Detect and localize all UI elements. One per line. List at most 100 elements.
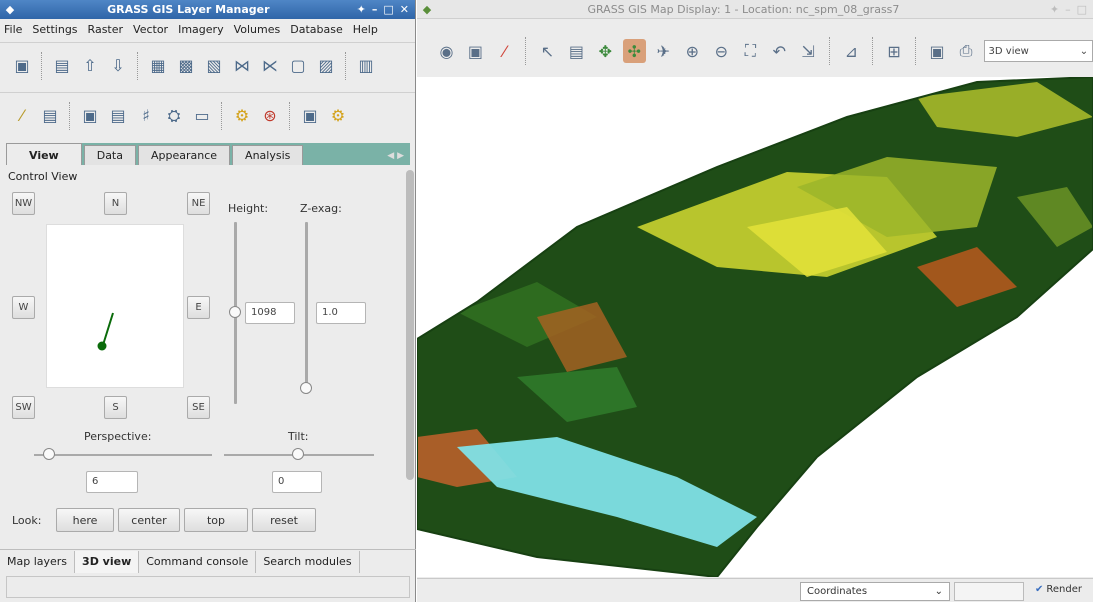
look-here-button[interactable]: here xyxy=(56,508,114,532)
new-display-icon[interactable]: ▣ xyxy=(10,54,34,78)
map-display-titlebar[interactable]: ◆ GRASS GIS Map Display: 1 - Location: n… xyxy=(417,0,1093,19)
add-group-icon[interactable]: ▨ xyxy=(314,54,338,78)
menu-help[interactable]: Help xyxy=(353,23,378,36)
pointer-icon[interactable]: ↖ xyxy=(536,39,559,63)
cartographic-composer-icon[interactable]: ▭ xyxy=(190,104,214,128)
close-icon[interactable]: ✕ xyxy=(400,3,409,16)
zoom-back-icon[interactable]: ↶ xyxy=(768,39,791,63)
tab-search-modules[interactable]: Search modules xyxy=(256,550,360,573)
add-raster-misc-icon[interactable]: ▧ xyxy=(202,54,226,78)
height-field[interactable]: 1098 xyxy=(245,302,295,324)
nviz-tab-strip: View Data Appearance Analysis ◀ ▶ xyxy=(6,143,410,165)
zoom-out-icon[interactable]: ⊖ xyxy=(710,39,733,63)
settings-icon[interactable]: ⚙ xyxy=(230,104,254,128)
display-map-icon[interactable]: ◉ xyxy=(435,39,458,63)
view-n-button[interactable]: N xyxy=(104,192,127,215)
tilt-field[interactable]: 0 xyxy=(272,471,322,493)
pan-icon[interactable]: ✥ xyxy=(594,39,617,63)
status-mode-select[interactable]: Coordinates ⌄ xyxy=(800,582,950,601)
zoom-options-icon[interactable]: ⇲ xyxy=(797,39,820,63)
save-display-icon[interactable]: ▣ xyxy=(926,39,949,63)
analyze-icon[interactable]: ⊿ xyxy=(840,39,863,63)
view-mode-select[interactable]: 3D view ⌄ xyxy=(983,40,1093,62)
grid-icon[interactable]: ♯ xyxy=(134,104,158,128)
display-manager-icon[interactable]: ▣ xyxy=(298,104,322,128)
maximize-icon[interactable]: □ xyxy=(383,3,393,16)
zoom-extent-icon[interactable]: ⛶ xyxy=(739,39,762,63)
zoom-in-icon[interactable]: ⊕ xyxy=(681,39,704,63)
zexag-slider-handle[interactable] xyxy=(300,382,312,394)
menu-volumes[interactable]: Volumes xyxy=(234,23,281,36)
view-nw-button[interactable]: NW xyxy=(12,192,35,215)
pin-icon[interactable]: ✦ xyxy=(357,3,366,16)
extension-icon[interactable]: ⚙ xyxy=(326,104,350,128)
add-raster-icon[interactable]: ▦ xyxy=(146,54,170,78)
view-s-button[interactable]: S xyxy=(104,396,127,419)
add-vector-misc-icon[interactable]: ▢ xyxy=(286,54,310,78)
print-icon[interactable]: ⎙ xyxy=(955,39,978,63)
tab-appearance[interactable]: Appearance xyxy=(137,145,231,165)
open-workspace-icon[interactable]: ⇧ xyxy=(78,54,102,78)
render-map-icon[interactable]: ▣ xyxy=(464,39,487,63)
map-display-title: GRASS GIS Map Display: 1 - Location: nc_… xyxy=(587,2,900,16)
tab-analysis[interactable]: Analysis xyxy=(232,145,304,165)
new-workspace-icon[interactable]: ▤ xyxy=(50,54,74,78)
menu-file[interactable]: File xyxy=(4,23,22,36)
view-sw-button[interactable]: SW xyxy=(12,396,35,419)
graphical-modeler-icon[interactable]: ⛭ xyxy=(162,104,186,128)
map-calculator-icon[interactable]: ▣ xyxy=(78,104,102,128)
map-canvas-3d[interactable] xyxy=(416,75,1093,579)
look-top-button[interactable]: top xyxy=(184,508,248,532)
add-vector-icon[interactable]: ⋈ xyxy=(230,54,254,78)
menu-raster[interactable]: Raster xyxy=(88,23,123,36)
view-w-button[interactable]: W xyxy=(12,296,35,319)
perspective-slider-handle[interactable] xyxy=(43,448,55,460)
add-multiple-rasters-icon[interactable]: ▩ xyxy=(174,54,198,78)
rotate-3d-icon[interactable]: ✣ xyxy=(622,39,646,63)
help-icon[interactable]: ⊛ xyxy=(258,104,282,128)
grass-app-icon: ◆ xyxy=(5,3,15,16)
view-e-button[interactable]: E xyxy=(187,296,210,319)
pin-icon[interactable]: ✦ xyxy=(1050,3,1059,16)
add-multiple-vectors-icon[interactable]: ⋉ xyxy=(258,54,282,78)
control-view-label: Control View xyxy=(8,170,78,183)
minimize-icon[interactable]: – xyxy=(372,3,378,16)
perspective-slider[interactable] xyxy=(34,454,212,456)
maximize-icon[interactable]: □ xyxy=(1077,3,1087,16)
fly-through-icon[interactable]: ✈ xyxy=(652,39,675,63)
layer-manager-titlebar[interactable]: ◆ GRASS GIS Layer Manager ✦ – □ ✕ xyxy=(0,0,415,19)
view-se-button[interactable]: SE xyxy=(187,396,210,419)
menu-vector[interactable]: Vector xyxy=(133,23,168,36)
view-ne-button[interactable]: NE xyxy=(187,192,210,215)
tab-map-layers[interactable]: Map layers xyxy=(0,550,76,573)
erase-icon[interactable]: ⁄ xyxy=(493,39,516,63)
look-center-button[interactable]: center xyxy=(118,508,180,532)
render-checkbox[interactable]: ✔ Render xyxy=(1035,584,1082,595)
menu-settings[interactable]: Settings xyxy=(32,23,77,36)
layer-toolbar-2: ⁄ ▤ ▣ ▤ ♯ ⛭ ▭ ⚙ ⊛ ▣ ⚙ xyxy=(0,92,415,138)
menu-imagery[interactable]: Imagery xyxy=(178,23,223,36)
height-label: Height: xyxy=(228,202,269,215)
save-workspace-icon[interactable]: ⇩ xyxy=(106,54,130,78)
menu-database[interactable]: Database xyxy=(290,23,343,36)
attribute-table-icon[interactable]: ▤ xyxy=(38,104,62,128)
decorations-icon[interactable]: ⊞ xyxy=(883,39,906,63)
zexag-field[interactable]: 1.0 xyxy=(316,302,366,324)
tilt-slider-handle[interactable] xyxy=(292,448,304,460)
zexag-slider[interactable] xyxy=(305,222,308,394)
tab-command-console[interactable]: Command console xyxy=(139,550,257,573)
tab-3d-view[interactable]: 3D view xyxy=(75,550,140,573)
height-slider-handle[interactable] xyxy=(229,306,241,318)
look-reset-button[interactable]: reset xyxy=(252,508,316,532)
panel-scrollbar[interactable] xyxy=(406,170,414,480)
digitizer-icon[interactable]: ⁄ xyxy=(10,104,34,128)
add-overlay-icon[interactable]: ▥ xyxy=(354,54,378,78)
georectify-icon[interactable]: ▤ xyxy=(106,104,130,128)
view-direction-pad[interactable] xyxy=(46,224,184,388)
minimize-icon[interactable]: – xyxy=(1065,3,1071,16)
tab-view[interactable]: View xyxy=(6,143,82,165)
tab-data[interactable]: Data xyxy=(83,145,136,165)
query-icon[interactable]: ▤ xyxy=(565,39,588,63)
tab-scroll-arrows-icon[interactable]: ◀ ▶ xyxy=(381,151,410,165)
perspective-field[interactable]: 6 xyxy=(86,471,138,493)
